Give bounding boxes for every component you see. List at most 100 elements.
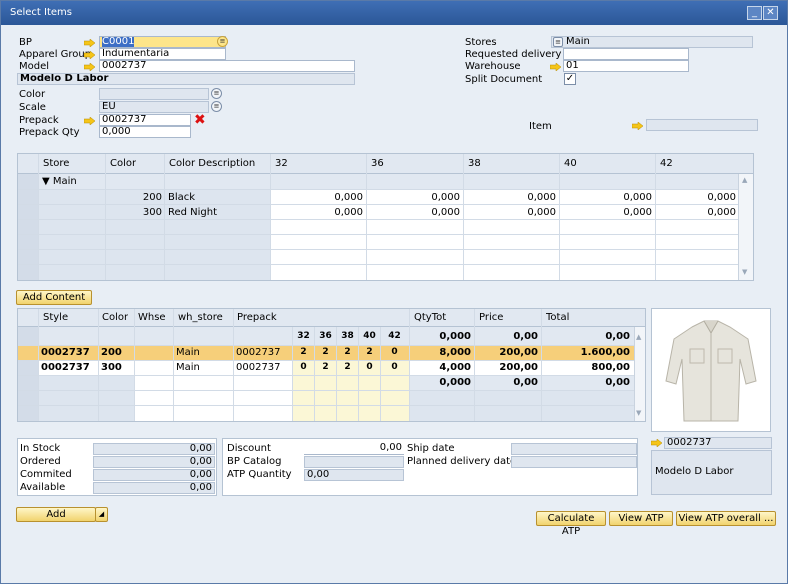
col-header-color[interactable]: Color xyxy=(102,311,128,324)
table-cell[interactable]: Main xyxy=(176,361,200,374)
table-cell[interactable]: Main xyxy=(176,346,200,359)
col-header-store[interactable]: Store xyxy=(43,157,69,170)
close-icon[interactable]: ✕ xyxy=(763,6,778,20)
add-content-button[interactable]: Add Content xyxy=(16,290,92,305)
scroll-down-icon[interactable]: ▼ xyxy=(636,409,641,417)
table-cell[interactable]: 0 xyxy=(293,361,314,374)
col-header-size-36[interactable]: 36 xyxy=(371,157,384,170)
bp-field[interactable]: C0001 xyxy=(99,36,226,48)
matrix-scrollbar[interactable]: ▲ ▼ xyxy=(738,174,753,280)
link-arrow-icon[interactable] xyxy=(84,51,95,59)
table-cell[interactable]: 0002737 xyxy=(236,346,281,359)
link-arrow-icon[interactable] xyxy=(550,63,561,71)
model-name: Modelo D Labor xyxy=(17,73,355,85)
stores-list-icon[interactable]: ≡ xyxy=(553,37,563,47)
planned-delivery-label: Planned delivery date xyxy=(407,456,517,467)
scroll-up-icon[interactable]: ▲ xyxy=(636,333,641,341)
table-cell[interactable]: 0,000 xyxy=(367,206,460,219)
color-list-icon[interactable]: ≡ xyxy=(211,88,222,99)
table-cell[interactable]: 2 xyxy=(293,346,314,359)
table-cell[interactable]: 0 xyxy=(381,361,408,374)
table-cell[interactable]: 0002737 xyxy=(41,346,90,359)
table-cell[interactable]: 0,000 xyxy=(560,191,652,204)
col-header-color-description[interactable]: Color Description xyxy=(169,157,255,170)
table-cell[interactable]: 300 xyxy=(101,361,122,374)
table-cell[interactable]: 0 xyxy=(381,346,408,359)
table-cell: 0,00 xyxy=(605,331,630,342)
table-cell[interactable]: 200,00 xyxy=(475,361,538,374)
link-arrow-icon[interactable] xyxy=(84,117,95,125)
total-price: 0,00 xyxy=(513,377,538,388)
color-field[interactable] xyxy=(99,88,209,100)
table-cell[interactable]: 0,000 xyxy=(367,191,460,204)
table-cell[interactable]: 0,000 xyxy=(656,191,736,204)
table-cell[interactable]: 200 xyxy=(101,346,122,359)
table-cell[interactable]: 0,000 xyxy=(560,206,652,219)
scale-list-icon[interactable]: ≡ xyxy=(211,101,222,112)
stores-field[interactable]: Main xyxy=(551,36,753,48)
table-cell[interactable]: 0,000 xyxy=(271,206,363,219)
minimize-icon[interactable]: _ xyxy=(747,6,762,20)
discount-field[interactable]: 0,00 xyxy=(304,443,404,455)
in-stock-label: In Stock xyxy=(20,443,61,454)
col-header-color[interactable]: Color xyxy=(110,157,136,170)
table-cell[interactable]: 0 xyxy=(359,361,380,374)
col-header-prepack[interactable]: Prepack xyxy=(237,311,277,324)
clear-x-icon[interactable]: ✖ xyxy=(194,113,206,127)
size-matrix-grid: ▲ ▼ Store Color Color Description 32 36 … xyxy=(17,153,754,281)
table-cell[interactable]: 0,000 xyxy=(464,191,556,204)
table-cell[interactable]: 2 xyxy=(315,346,336,359)
table-cell[interactable]: 0,000 xyxy=(656,206,736,219)
prepack-field[interactable]: 0002737 xyxy=(99,114,191,126)
split-document-checkbox[interactable]: ✓ xyxy=(564,73,576,85)
table-cell[interactable]: 0002737 xyxy=(41,361,90,374)
table-cell[interactable]: 2 xyxy=(337,346,358,359)
table-cell[interactable]: 2 xyxy=(315,361,336,374)
link-arrow-icon[interactable] xyxy=(651,439,662,447)
apparel-group-field[interactable]: Indumentaria xyxy=(99,48,226,60)
bp-list-icon[interactable]: ≡ xyxy=(217,36,228,47)
requested-delivery-field[interactable] xyxy=(563,48,689,60)
prepack-qty-field[interactable]: 0,000 xyxy=(99,126,191,138)
link-arrow-icon[interactable] xyxy=(632,122,643,130)
item-field[interactable] xyxy=(646,119,758,131)
calculate-atp-button[interactable]: Calculate ATP xyxy=(536,511,606,537)
col-header-qtytot[interactable]: QtyTot xyxy=(414,311,446,324)
link-arrow-icon[interactable] xyxy=(84,63,95,71)
atp-panel: Discount 0,00 BP Catalog ATP Quantity 0,… xyxy=(222,438,638,496)
scroll-up-icon[interactable]: ▲ xyxy=(742,176,747,184)
view-atp-button[interactable]: View ATP xyxy=(609,511,673,526)
col-header-size-40[interactable]: 40 xyxy=(564,157,577,170)
lines-scrollbar[interactable]: ▲ ▼ xyxy=(634,327,645,421)
link-arrow-icon[interactable] xyxy=(84,39,95,47)
table-cell[interactable]: 2 xyxy=(359,346,380,359)
col-header-style[interactable]: Style xyxy=(43,311,68,324)
add-dropdown-arrow-icon[interactable]: ◢ xyxy=(95,507,108,522)
ship-date-label: Ship date xyxy=(407,443,455,454)
col-header-whse[interactable]: Whse xyxy=(138,311,166,324)
col-header-wh-store[interactable]: wh_store xyxy=(178,311,223,324)
table-cell[interactable]: 0,000 xyxy=(464,206,556,219)
matrix-group-row[interactable] xyxy=(38,174,753,189)
col-header-total[interactable]: Total xyxy=(546,311,569,324)
scale-field[interactable]: EU xyxy=(99,101,209,113)
item-code-field[interactable]: 0002737 xyxy=(664,437,772,449)
table-cell: 800,00 xyxy=(591,362,630,373)
store-group-main[interactable]: ▼ Main xyxy=(42,175,77,188)
view-atp-overall-button[interactable]: View ATP overall ... xyxy=(676,511,776,526)
model-label: Model xyxy=(19,61,50,72)
scroll-down-icon[interactable]: ▼ xyxy=(742,268,747,276)
ship-date-field xyxy=(511,443,637,455)
table-cell[interactable]: 0002737 xyxy=(236,361,281,374)
col-header-size-38[interactable]: 38 xyxy=(468,157,481,170)
table-cell[interactable]: 2 xyxy=(337,361,358,374)
item-label: Item xyxy=(529,121,552,132)
col-header-price[interactable]: Price xyxy=(479,311,503,324)
model-field[interactable]: 0002737 xyxy=(99,60,355,72)
table-cell[interactable]: 200,00 xyxy=(475,346,538,359)
col-header-size-32[interactable]: 32 xyxy=(275,157,288,170)
warehouse-field[interactable]: 01 xyxy=(563,60,689,72)
col-header-size-42[interactable]: 42 xyxy=(660,157,673,170)
add-button[interactable]: Add xyxy=(16,507,96,522)
table-cell[interactable]: 0,000 xyxy=(271,191,363,204)
